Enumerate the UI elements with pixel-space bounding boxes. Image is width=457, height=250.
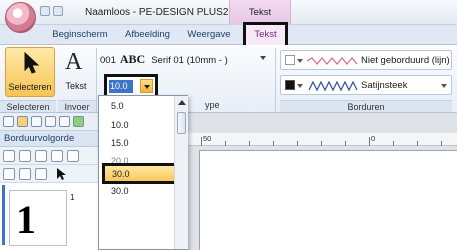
area-color-swatch[interactable]	[285, 80, 295, 90]
move-up-icon[interactable]	[19, 168, 31, 180]
size-option-label: 30.0	[112, 169, 130, 179]
new-file-icon[interactable]	[3, 116, 14, 127]
font-selector[interactable]: 001 ABC Serif 01 (10mm - )	[100, 52, 268, 68]
move-first-icon[interactable]	[3, 168, 15, 180]
area-stitch-selector[interactable]: Satijnsteek	[280, 75, 452, 95]
scroll-up-icon[interactable]	[177, 98, 186, 107]
design-page[interactable]	[199, 150, 457, 250]
ruler-label: 0	[371, 134, 376, 143]
line-stitch-label: Niet geborduurd (lijn)	[361, 55, 450, 66]
ruler-tick	[345, 141, 346, 146]
size-option[interactable]: 30.0	[111, 186, 129, 196]
ruler-tick	[441, 141, 442, 146]
tab-beginscherm[interactable]: Beginscherm	[50, 25, 110, 45]
group-divider	[96, 48, 97, 112]
zoom-icon[interactable]	[45, 116, 56, 127]
size-option[interactable]: 10.0	[111, 120, 129, 130]
pointer-icon	[24, 52, 40, 74]
group-label-selecteren: Selecteren	[0, 100, 56, 112]
font-name: Serif 01	[151, 55, 184, 66]
move-down-icon[interactable]	[35, 168, 47, 180]
tab-afbeelding[interactable]: Afbeelding	[120, 25, 175, 45]
size-option[interactable]: 5.0	[111, 101, 124, 111]
ruler-label: 50	[203, 134, 212, 143]
color-order-icon[interactable]	[51, 150, 63, 162]
thumbnail-content: 1	[16, 197, 36, 242]
open-folder-icon[interactable]	[17, 116, 28, 127]
select-button[interactable]: Selecteren	[5, 47, 55, 97]
line-color-swatch[interactable]	[285, 55, 295, 65]
ruler-tick	[321, 141, 322, 146]
group-icon[interactable]	[3, 150, 15, 162]
sort-icon[interactable]	[67, 150, 79, 162]
text-button[interactable]: A Tekst	[59, 47, 93, 97]
text-button-label: Tekst	[65, 81, 87, 91]
chevron-down-icon	[297, 59, 303, 63]
group-label-invoer: Invoer	[58, 100, 96, 112]
tab-weergave[interactable]: Weergave	[185, 25, 233, 45]
window-title: Naamloos - PE-DESIGN PLUS2	[85, 7, 229, 18]
chevron-down-icon	[260, 56, 266, 60]
chevron-down-icon	[297, 84, 303, 88]
ruler-tick	[273, 141, 274, 146]
text-size-list[interactable]: 5.0 10.0 15.0 20.0 30.0 30.0	[98, 95, 188, 250]
font-number: 001	[100, 55, 116, 66]
group-label-type: ype	[205, 100, 220, 110]
list-scrollbar[interactable]	[174, 96, 188, 249]
ruler-tick	[249, 141, 250, 146]
font-sample: ABC	[119, 52, 146, 66]
ruler-tick	[297, 141, 298, 146]
ruler-tick	[369, 137, 370, 146]
print-icon[interactable]	[59, 116, 70, 127]
text-size-dropdown-button[interactable]	[140, 79, 153, 93]
size-option[interactable]: 15.0	[111, 138, 129, 148]
scroll-thumb[interactable]	[177, 112, 186, 134]
group-label-borduren: Borduren	[280, 100, 452, 112]
ungroup-icon[interactable]	[19, 150, 31, 162]
ruler-tick	[201, 137, 202, 146]
save-icon[interactable]	[40, 6, 50, 16]
select-button-label: Selecteren	[8, 82, 52, 92]
chevron-down-icon	[441, 84, 447, 88]
pointer-icon[interactable]	[55, 167, 67, 181]
quick-access-toolbar	[40, 6, 64, 18]
thumbnail-index: 1	[70, 193, 75, 202]
size-option-highlighted[interactable]: 30.0	[102, 163, 179, 184]
font-size-range: (10mm - )	[186, 55, 228, 66]
group-divider	[275, 48, 276, 112]
ruler-tick	[417, 141, 418, 146]
text-size-input[interactable]: 10.0	[109, 80, 133, 93]
text-a-icon: A	[65, 49, 83, 75]
ruler-tick	[225, 141, 226, 146]
order-icon[interactable]	[35, 150, 47, 162]
selection-indicator	[2, 185, 5, 245]
satin-stitch-icon	[308, 81, 358, 91]
area-stitch-label: Satijnsteek	[361, 80, 408, 91]
ruler-tick	[393, 141, 394, 146]
import-icon[interactable]	[73, 116, 84, 127]
application-menu-button[interactable]	[5, 2, 36, 33]
save-icon[interactable]	[31, 116, 42, 127]
line-stitch-selector[interactable]: Niet geborduurd (lijn)	[280, 50, 452, 70]
undo-icon[interactable]	[53, 6, 63, 16]
line-sew-type-icon	[307, 57, 358, 65]
